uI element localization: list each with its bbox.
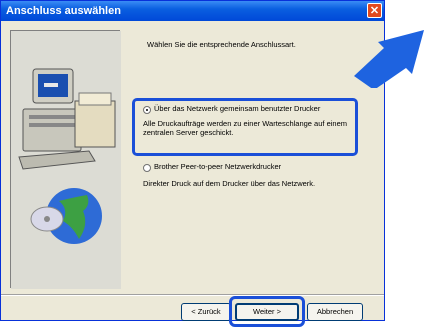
option-peer-to-peer-description: Direkter Druck auf dem Drucker über das … [143,179,316,188]
dialog-window: Anschluss auswählen ✕ Wählen Sie die ent… [0,0,385,327]
window-title: Anschluss auswählen [6,5,121,17]
radio-peer-to-peer[interactable] [143,164,151,172]
title-bar[interactable]: Anschluss auswählen ✕ [1,1,384,21]
illustration-panel [10,30,121,289]
globe-icon [30,188,102,244]
prompt-text: Wählen Sie die entsprechende Anschlussar… [147,40,296,49]
cancel-button[interactable]: Abbrechen [307,303,363,321]
next-button[interactable]: Weiter > [235,303,299,321]
highlight-box-option [132,98,358,156]
back-button[interactable]: < Zurück [181,303,231,321]
divider [1,294,384,296]
close-icon[interactable]: ✕ [367,3,382,18]
pointer-arrow-icon [354,30,424,88]
option-peer-to-peer-label[interactable]: Brother Peer-to-peer Netzwerkdrucker [154,162,281,171]
